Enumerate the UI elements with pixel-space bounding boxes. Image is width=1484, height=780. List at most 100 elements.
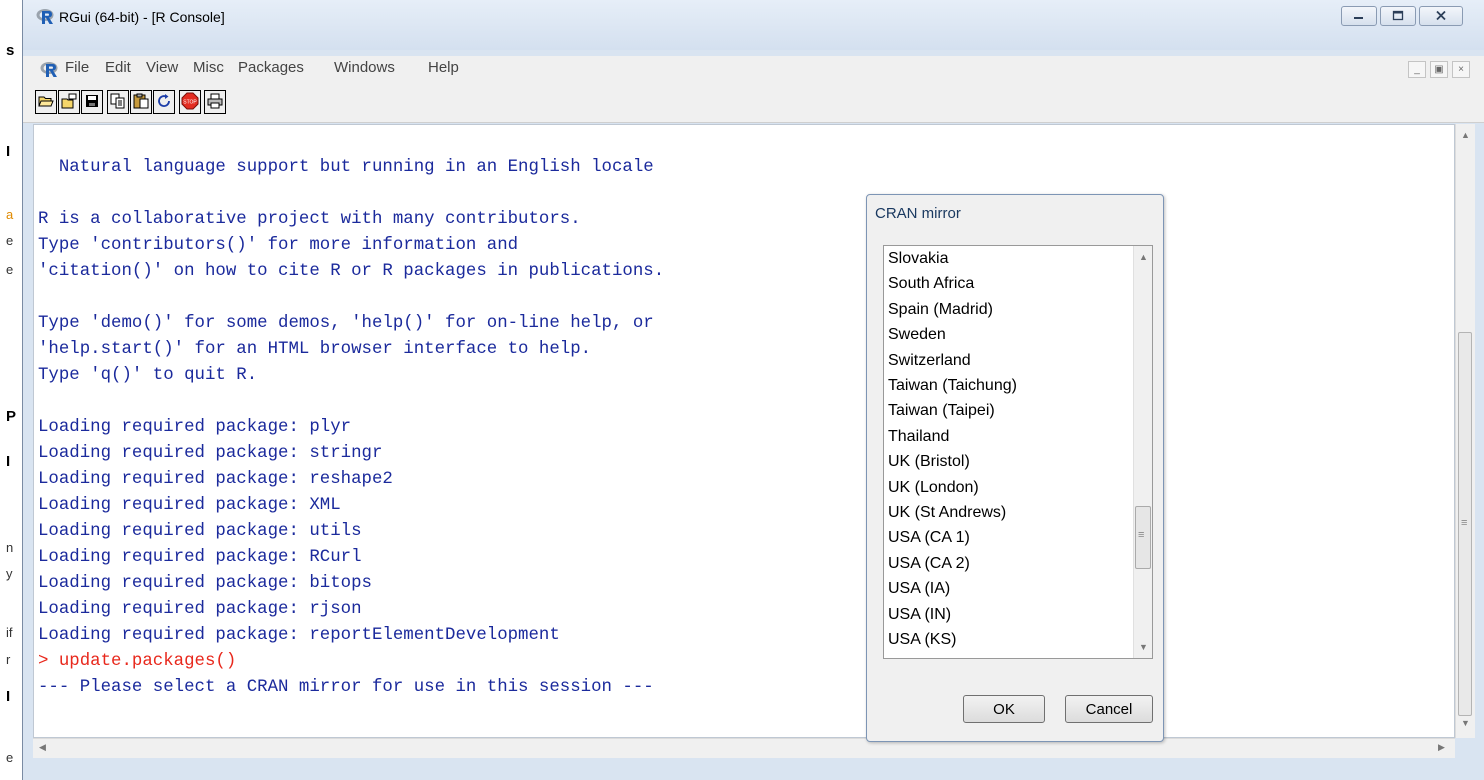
minimize-button[interactable] bbox=[1341, 6, 1377, 26]
load-workspace-icon bbox=[61, 93, 77, 112]
menu-edit[interactable]: Edit bbox=[105, 59, 131, 76]
mirror-list-item[interactable]: Sweden bbox=[888, 322, 946, 347]
background-text-fragment: I bbox=[6, 453, 11, 470]
refresh-icon bbox=[156, 93, 172, 112]
save-button[interactable] bbox=[81, 90, 103, 114]
paste-icon bbox=[133, 93, 149, 112]
mirror-list-item[interactable]: UK (Bristol) bbox=[888, 449, 970, 474]
print-icon bbox=[207, 93, 223, 112]
refresh-button[interactable] bbox=[153, 90, 175, 114]
title-bar[interactable]: RGui (64-bit) - [R Console] bbox=[23, 0, 1484, 50]
console-line: 'citation()' on how to cite R or R packa… bbox=[38, 262, 665, 281]
background-text-fragment: if bbox=[6, 625, 13, 640]
console-line: --- Please select a CRAN mirror for use … bbox=[38, 678, 654, 697]
cancel-button[interactable]: Cancel bbox=[1065, 695, 1153, 723]
console-output: Natural language support but running in … bbox=[38, 155, 664, 701]
scroll-up-arrow-icon[interactable]: ▲ bbox=[1461, 130, 1470, 140]
open-script-button[interactable] bbox=[35, 90, 57, 114]
console-line: Loading required package: stringr bbox=[38, 444, 383, 463]
close-button[interactable] bbox=[1419, 6, 1463, 26]
mirror-list-item[interactable]: USA (KS) bbox=[888, 627, 956, 652]
mdi-restore-button[interactable]: ▣ bbox=[1430, 61, 1448, 78]
restore-icon: ▣ bbox=[1434, 64, 1444, 75]
console-line: 'help.start()' for an HTML browser inter… bbox=[38, 340, 592, 359]
ok-button[interactable]: OK bbox=[963, 695, 1045, 723]
stop-button[interactable]: STOP bbox=[179, 90, 201, 114]
svg-text:STOP: STOP bbox=[183, 99, 197, 105]
mirror-list-item[interactable]: USA (IN) bbox=[888, 602, 951, 627]
mirror-list-item[interactable]: USA (IA) bbox=[888, 576, 950, 601]
load-workspace-button[interactable] bbox=[58, 90, 80, 114]
background-text-fragment: I bbox=[6, 688, 11, 705]
scroll-right-arrow-icon[interactable]: ▶ bbox=[1438, 742, 1445, 753]
mirror-list-item[interactable]: UK (St Andrews) bbox=[888, 500, 1006, 525]
mirror-list-item[interactable]: UK (London) bbox=[888, 475, 979, 500]
menu-misc[interactable]: Misc bbox=[193, 59, 224, 76]
console-line: R is a collaborative project with many c… bbox=[38, 210, 581, 229]
menu-windows[interactable]: Windows bbox=[334, 59, 395, 76]
open-script-icon bbox=[38, 94, 54, 111]
background-text-fragment: y bbox=[6, 566, 13, 581]
paste-button[interactable] bbox=[130, 90, 152, 114]
background-text-fragment: e bbox=[6, 233, 14, 248]
menu-help[interactable]: Help bbox=[428, 59, 459, 76]
minimize-icon: _ bbox=[1414, 64, 1420, 75]
mdi-close-button[interactable]: × bbox=[1452, 61, 1470, 78]
mirror-list[interactable]: Slovakia South Africa Spain (Madrid) Sweden… bbox=[883, 245, 1153, 659]
print-button[interactable] bbox=[204, 90, 226, 114]
stop-icon: STOP bbox=[181, 92, 199, 113]
dialog-title: CRAN mirror bbox=[875, 205, 961, 222]
background-text-fragment: e bbox=[6, 750, 14, 765]
close-icon: × bbox=[1458, 64, 1464, 75]
console-line: Loading required package: bitops bbox=[38, 574, 372, 593]
console-input-line: > update.packages() bbox=[38, 652, 237, 671]
background-text-fragment: a bbox=[6, 207, 14, 222]
mirror-list-item[interactable]: Taiwan (Taichung) bbox=[888, 373, 1017, 398]
r-console[interactable]: Natural language support but running in … bbox=[33, 124, 1455, 738]
scroll-up-arrow-icon[interactable]: ▲ bbox=[1139, 252, 1148, 262]
mirror-list-item[interactable]: South Africa bbox=[888, 271, 974, 296]
restore-icon bbox=[1392, 8, 1404, 24]
copy-button[interactable] bbox=[107, 90, 129, 114]
mirror-list-scrollbar[interactable]: ▲ ≡ ▼ bbox=[1133, 246, 1152, 658]
console-line: Loading required package: RCurl bbox=[38, 548, 362, 567]
close-icon bbox=[1435, 8, 1447, 24]
grip-icon: ≡ bbox=[1461, 517, 1468, 529]
console-line: Loading required package: utils bbox=[38, 522, 362, 541]
console-line: Type 'demo()' for some demos, 'help()' f… bbox=[38, 314, 654, 333]
menu-file[interactable]: File bbox=[65, 59, 89, 76]
scroll-down-arrow-icon[interactable]: ▼ bbox=[1461, 718, 1470, 728]
menu-view[interactable]: View bbox=[146, 59, 178, 76]
mirror-list-item[interactable]: USA (CA 1) bbox=[888, 525, 970, 550]
scroll-thumb[interactable]: ≡ bbox=[1458, 332, 1472, 716]
console-line: Type 'q()' to quit R. bbox=[38, 366, 258, 385]
mirror-list-item[interactable]: Switzerland bbox=[888, 348, 971, 373]
background-text-fragment: s bbox=[6, 42, 15, 59]
mirror-list-item[interactable]: Thailand bbox=[888, 424, 949, 449]
scroll-left-arrow-icon[interactable]: ◀ bbox=[39, 742, 46, 753]
menu-packages[interactable]: Packages bbox=[238, 59, 304, 76]
cran-mirror-dialog: CRAN mirror Slovakia South Africa Spain (M… bbox=[866, 194, 1164, 742]
console-vertical-scrollbar[interactable]: ▲ ≡ ▼ bbox=[1455, 124, 1475, 738]
scroll-thumb[interactable]: ≡ bbox=[1135, 506, 1151, 569]
console-line: Loading required package: rjson bbox=[38, 600, 362, 619]
background-text-fragment: I bbox=[6, 143, 11, 160]
console-horizontal-scrollbar[interactable]: ◀ ▶ bbox=[33, 738, 1455, 758]
background-text-fragment: P bbox=[6, 408, 17, 425]
r-logo-icon bbox=[36, 7, 56, 28]
menu-bar: File Edit View Misc Packages Windows Hel… bbox=[23, 56, 1484, 82]
mirror-list-item[interactable]: Taiwan (Taipei) bbox=[888, 398, 995, 423]
mirror-list-item[interactable]: USA (CA 2) bbox=[888, 551, 970, 576]
window-title: RGui (64-bit) - [R Console] bbox=[59, 9, 225, 25]
background-text-fragment: e bbox=[6, 262, 14, 277]
scroll-down-arrow-icon[interactable]: ▼ bbox=[1139, 642, 1148, 652]
console-line: Loading required package: reshape2 bbox=[38, 470, 393, 489]
console-line: Natural language support but running in … bbox=[38, 158, 654, 177]
mirror-list-item[interactable]: Spain (Madrid) bbox=[888, 297, 993, 322]
mirror-list-item[interactable]: Slovakia bbox=[888, 246, 948, 271]
mdi-minimize-button[interactable]: _ bbox=[1408, 61, 1426, 78]
restore-button[interactable] bbox=[1380, 6, 1416, 26]
